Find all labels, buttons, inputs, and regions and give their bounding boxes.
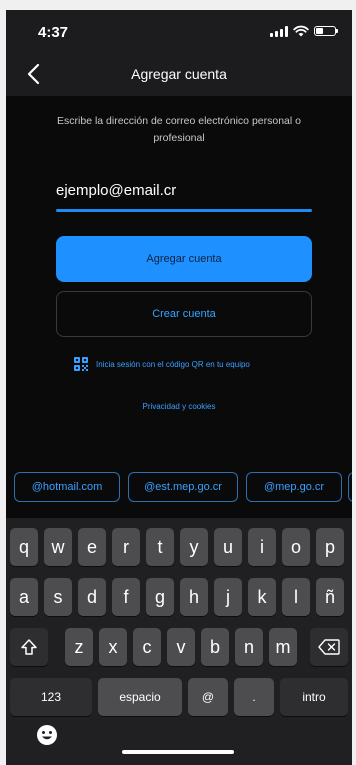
- email-input[interactable]: [56, 182, 306, 199]
- numbers-key[interactable]: 123: [10, 678, 92, 716]
- qr-signin-link[interactable]: Inicia sesión con el código QR en tu equ…: [74, 357, 250, 371]
- privacy-cookies-link[interactable]: Privacidad y cookies: [6, 402, 352, 411]
- delete-key[interactable]: [310, 628, 348, 666]
- delete-icon: [318, 639, 340, 655]
- status-icons: [270, 25, 338, 37]
- dot-key[interactable]: .: [234, 678, 274, 716]
- key-l[interactable]: l: [282, 578, 310, 616]
- key-n-tilde[interactable]: ñ: [316, 578, 344, 616]
- key-a[interactable]: a: [10, 578, 38, 616]
- key-w[interactable]: w: [44, 528, 72, 566]
- key-j[interactable]: j: [214, 578, 242, 616]
- wifi-icon: [293, 25, 309, 37]
- at-key[interactable]: @: [188, 678, 228, 716]
- phone-screen: 4:37 Agregar cuenta Escribe la dirección…: [6, 10, 352, 765]
- status-bar: 4:37: [6, 10, 352, 54]
- key-d[interactable]: d: [78, 578, 106, 616]
- home-indicator[interactable]: [122, 750, 234, 754]
- instructions-text: Escribe la dirección de correo electróni…: [57, 115, 301, 144]
- battery-icon: [314, 26, 338, 36]
- key-p[interactable]: p: [316, 528, 344, 566]
- key-g[interactable]: g: [146, 578, 174, 616]
- qr-code-icon: [74, 357, 88, 371]
- suggestion-chip-mep[interactable]: @mep.go.cr: [246, 472, 342, 502]
- key-f[interactable]: f: [112, 578, 140, 616]
- signal-icon: [270, 25, 288, 37]
- key-q[interactable]: q: [10, 528, 38, 566]
- key-x[interactable]: x: [99, 628, 127, 666]
- email-input-underline: [56, 209, 312, 212]
- email-domain-suggestions: @hotmail.com @est.mep.go.cr @mep.go.cr: [6, 472, 352, 508]
- key-k[interactable]: k: [248, 578, 276, 616]
- status-time: 4:37: [38, 24, 69, 41]
- create-account-button[interactable]: Crear cuenta: [56, 291, 312, 337]
- space-key[interactable]: espacio: [98, 678, 182, 716]
- key-s[interactable]: s: [44, 578, 72, 616]
- key-y[interactable]: y: [180, 528, 208, 566]
- return-key[interactable]: intro: [280, 678, 348, 716]
- qr-signin-label: Inicia sesión con el código QR en tu equ…: [96, 359, 250, 369]
- key-v[interactable]: v: [167, 628, 195, 666]
- suggestion-chip-est-mep[interactable]: @est.mep.go.cr: [128, 472, 238, 502]
- key-m[interactable]: m: [269, 628, 297, 666]
- key-n[interactable]: n: [235, 628, 263, 666]
- key-e[interactable]: e: [78, 528, 106, 566]
- key-o[interactable]: o: [282, 528, 310, 566]
- shift-key[interactable]: [10, 628, 48, 666]
- key-z[interactable]: z: [65, 628, 93, 666]
- add-account-button[interactable]: Agregar cuenta: [56, 236, 312, 282]
- key-c[interactable]: c: [133, 628, 161, 666]
- keyboard: q w e r t y u i o p a s d f g h j k l ñ …: [6, 518, 352, 765]
- key-i[interactable]: i: [248, 528, 276, 566]
- key-b[interactable]: b: [201, 628, 229, 666]
- suggestion-chip-hotmail[interactable]: @hotmail.com: [14, 472, 120, 502]
- key-t[interactable]: t: [146, 528, 174, 566]
- emoji-icon[interactable]: [36, 724, 58, 746]
- key-h[interactable]: h: [180, 578, 208, 616]
- navigation-bar: Agregar cuenta: [6, 54, 352, 96]
- key-u[interactable]: u: [214, 528, 242, 566]
- key-r[interactable]: r: [112, 528, 140, 566]
- page-title: Agregar cuenta: [131, 66, 227, 82]
- shift-icon: [21, 639, 37, 655]
- suggestion-chip-overflow[interactable]: [348, 472, 352, 502]
